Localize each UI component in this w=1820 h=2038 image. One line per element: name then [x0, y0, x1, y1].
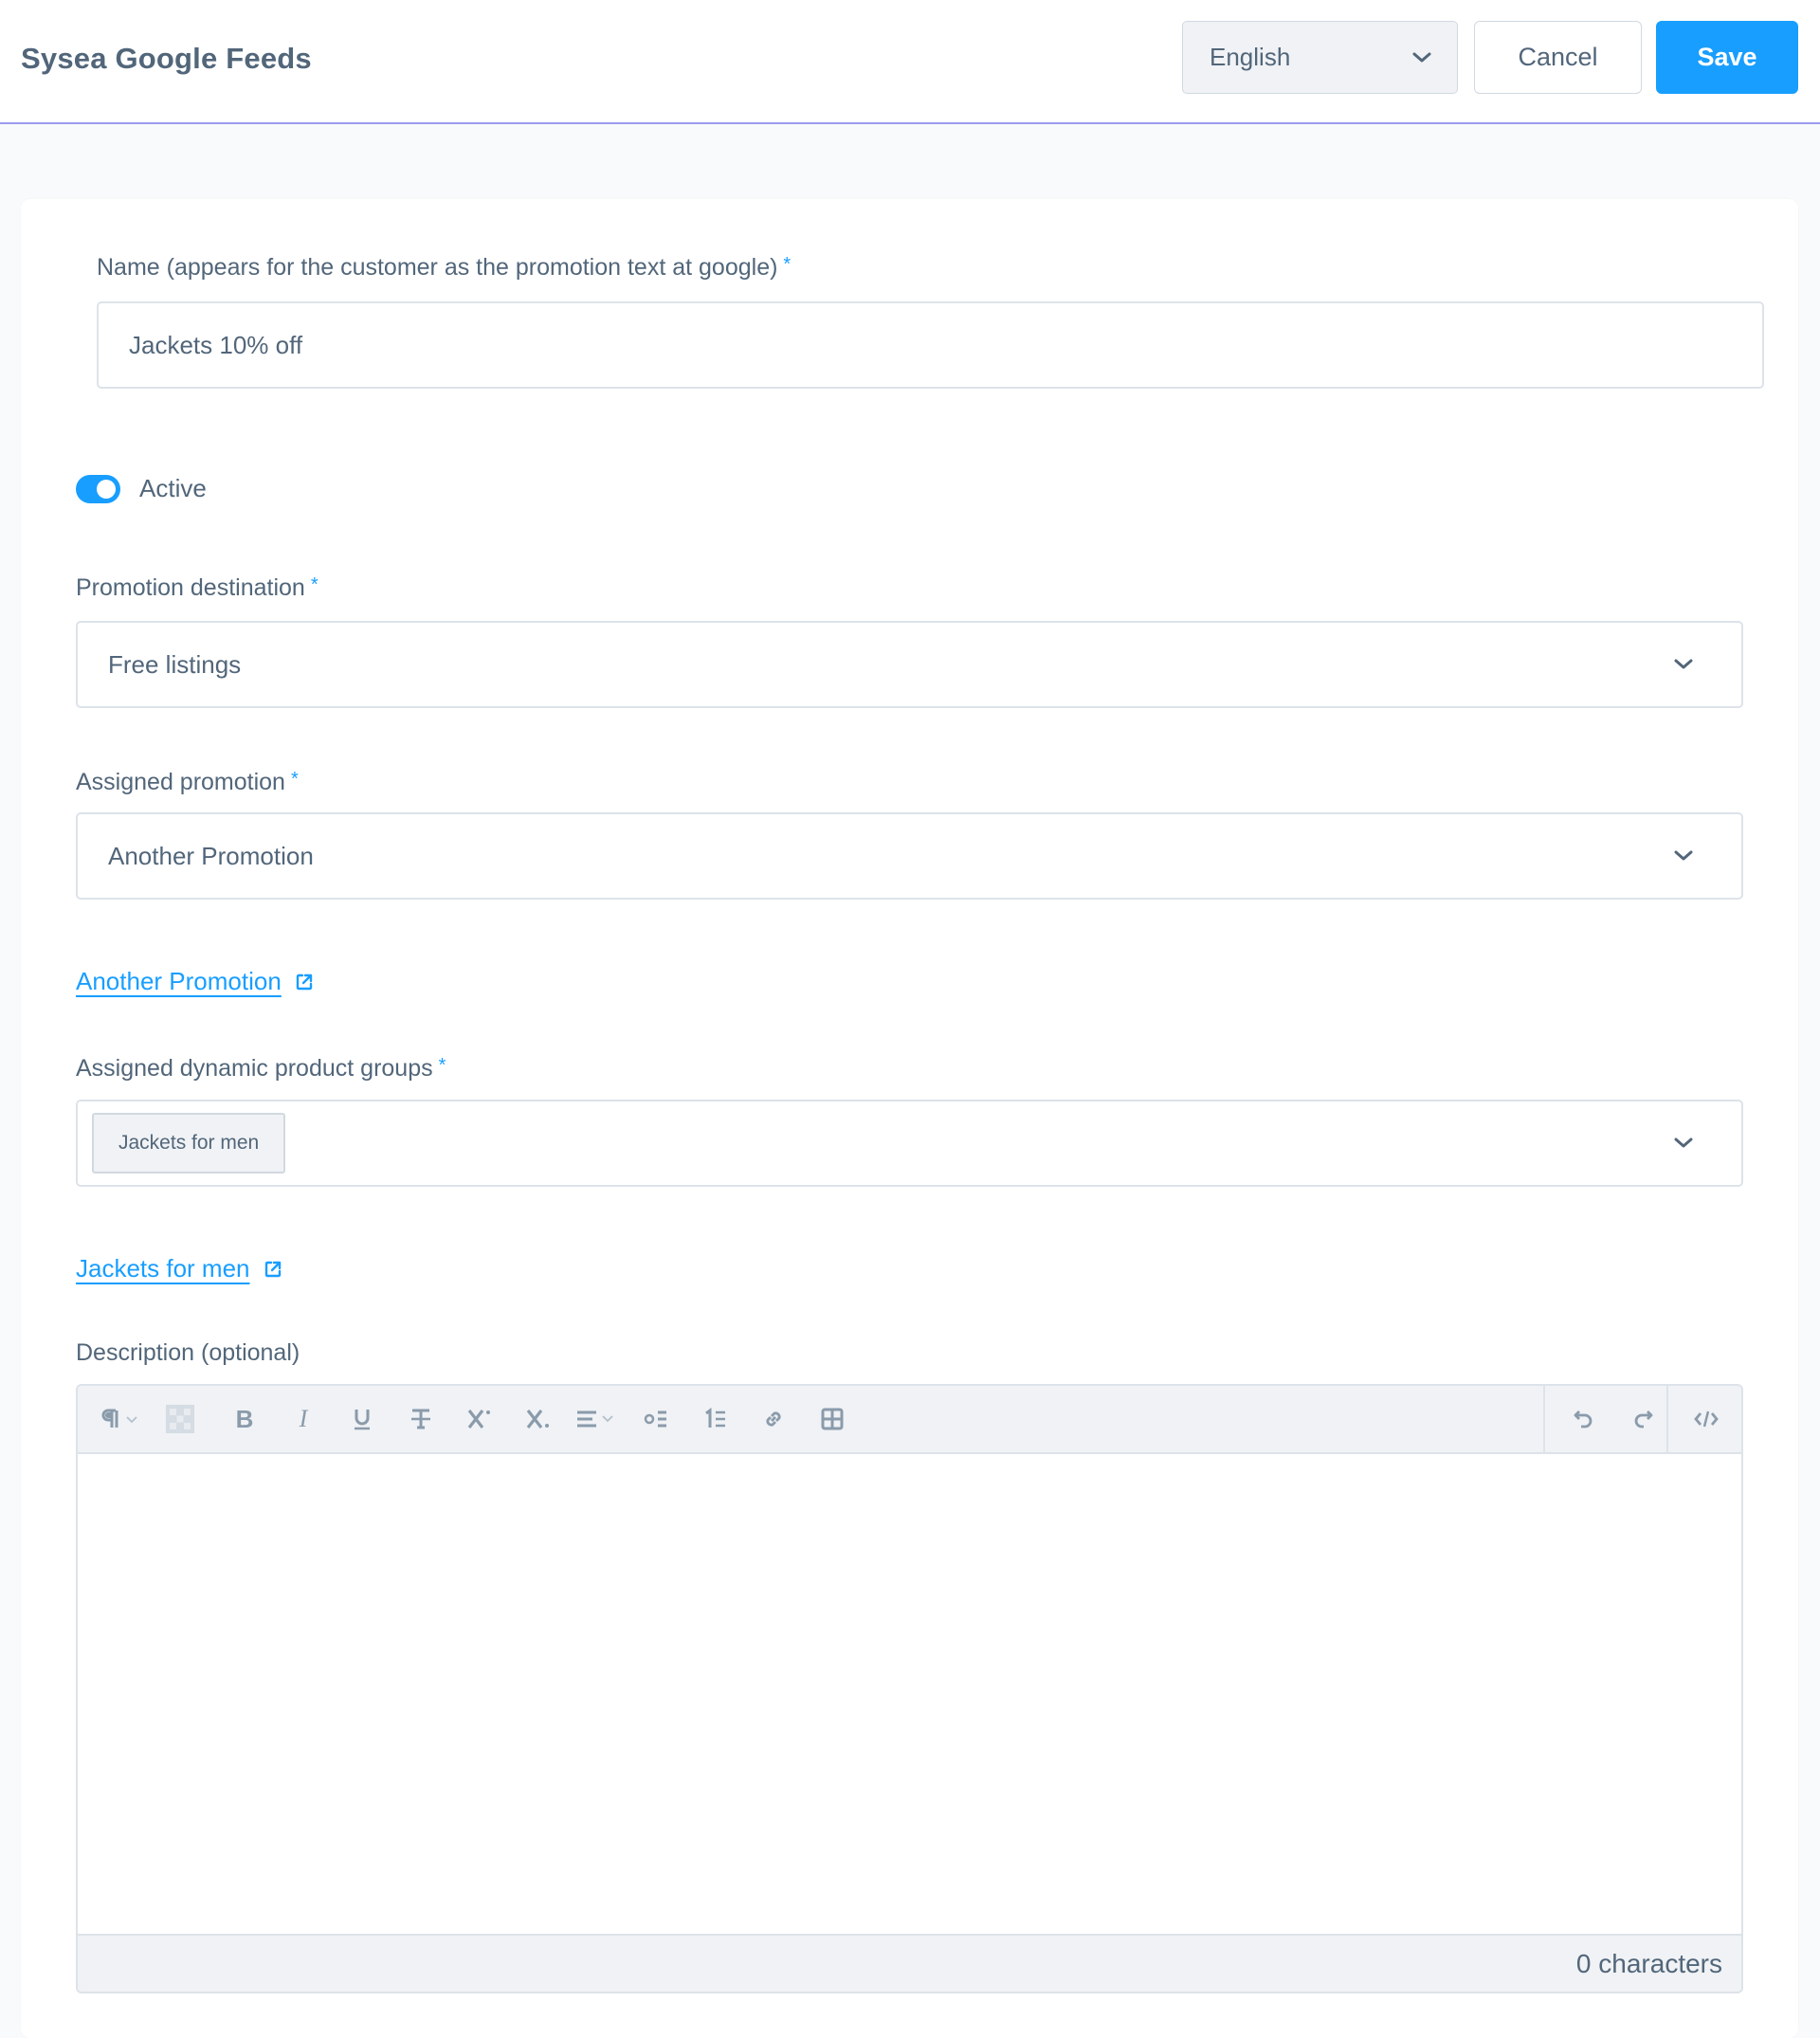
ordered-list-button[interactable] — [692, 1386, 737, 1452]
assigned-promotion-link-text[interactable]: Another Promotion — [76, 967, 282, 996]
align-icon — [575, 1408, 619, 1430]
text-align-button[interactable] — [571, 1386, 624, 1452]
table-icon — [821, 1408, 844, 1430]
text-color-button[interactable] — [161, 1386, 199, 1452]
underline-icon — [352, 1407, 373, 1431]
product-group-link[interactable]: Jackets for men — [76, 1254, 282, 1283]
numbered-list-icon — [702, 1408, 727, 1430]
superscript-button[interactable] — [457, 1386, 502, 1452]
table-button[interactable] — [810, 1386, 855, 1452]
page-title: Sysea Google Feeds — [21, 42, 312, 75]
required-marker: * — [783, 254, 792, 275]
active-label: Active — [139, 474, 207, 502]
italic-button[interactable]: I — [281, 1386, 326, 1452]
promotion-destination-label-text: Promotion destination — [76, 574, 305, 601]
top-bar: Sysea Google Feeds English Cancel Save — [0, 0, 1820, 124]
paragraph-format-button[interactable] — [95, 1386, 150, 1452]
dynamic-product-groups-select[interactable]: Jackets for men — [76, 1100, 1743, 1187]
subscript-icon — [525, 1407, 552, 1431]
description-editor: B I 0 characters — [76, 1384, 1743, 1993]
chevron-down-icon — [1673, 1137, 1694, 1150]
language-select-value: English — [1210, 43, 1291, 71]
character-count: 0 characters — [1575, 1948, 1722, 1978]
assigned-promotion-link[interactable]: Another Promotion — [76, 967, 314, 996]
bold-button[interactable]: B — [222, 1386, 267, 1452]
required-marker: * — [438, 1055, 446, 1076]
name-label: Name (appears for the customer as the pr… — [97, 254, 791, 282]
assigned-promotion-label: Assigned promotion * — [76, 769, 299, 796]
external-link-icon[interactable] — [264, 1260, 282, 1279]
save-button[interactable]: Save — [1656, 21, 1798, 94]
strikethrough-button[interactable] — [398, 1386, 444, 1452]
bullet-list-icon — [644, 1408, 668, 1430]
dynamic-product-groups-label: Assigned dynamic product groups * — [76, 1055, 446, 1083]
chevron-down-icon — [1673, 658, 1694, 671]
assigned-promotion-label-text: Assigned promotion — [76, 769, 285, 795]
bold-icon: B — [235, 1404, 254, 1433]
superscript-icon — [466, 1407, 493, 1431]
chevron-down-icon — [1673, 849, 1694, 863]
promotion-destination-select[interactable]: Free listings — [76, 621, 1743, 708]
required-marker: * — [310, 574, 318, 595]
toolbar-separator — [1666, 1386, 1668, 1452]
underline-button[interactable] — [339, 1386, 385, 1452]
promotion-destination-label: Promotion destination * — [76, 574, 318, 602]
active-toggle-row[interactable]: Active — [76, 474, 207, 503]
dynamic-product-groups-label-text: Assigned dynamic product groups — [76, 1055, 433, 1082]
strikethrough-icon — [410, 1407, 432, 1431]
language-select[interactable]: English — [1182, 21, 1458, 94]
description-textarea[interactable] — [78, 1454, 1741, 1938]
external-link-icon[interactable] — [295, 973, 314, 992]
unordered-list-button[interactable] — [633, 1386, 679, 1452]
italic-icon: I — [299, 1405, 308, 1432]
editor-footer: 0 characters — [78, 1934, 1741, 1992]
chevron-down-icon — [1411, 51, 1432, 64]
name-label-text: Name (appears for the customer as the pr… — [97, 254, 778, 281]
description-label: Description (optional) — [76, 1339, 300, 1366]
name-input-value: Jackets 10% off — [129, 330, 303, 359]
color-swatch-icon — [166, 1405, 194, 1433]
selected-chips: Jackets for men — [92, 1113, 1673, 1174]
subscript-button[interactable] — [516, 1386, 561, 1452]
undo-button[interactable] — [1560, 1386, 1608, 1452]
required-marker: * — [290, 769, 299, 790]
active-toggle[interactable] — [76, 474, 120, 503]
toolbar-separator — [1543, 1386, 1545, 1452]
toggle-knob — [97, 479, 116, 499]
redo-button[interactable] — [1619, 1386, 1666, 1452]
promotion-destination-value: Free listings — [108, 649, 242, 679]
product-group-link-text[interactable]: Jackets for men — [76, 1254, 250, 1283]
undo-icon — [1573, 1408, 1595, 1430]
name-input[interactable]: Jackets 10% off — [97, 301, 1764, 389]
link-icon — [762, 1408, 785, 1430]
code-icon — [1694, 1408, 1719, 1430]
redo-icon — [1631, 1408, 1654, 1430]
paragraph-icon — [100, 1407, 144, 1431]
editor-toolbar: B I — [78, 1386, 1741, 1454]
link-button[interactable] — [751, 1386, 796, 1452]
assigned-promotion-value: Another Promotion — [108, 841, 314, 870]
cancel-button[interactable]: Cancel — [1474, 21, 1642, 94]
code-view-button[interactable] — [1670, 1386, 1741, 1452]
assigned-promotion-select[interactable]: Another Promotion — [76, 812, 1743, 900]
product-group-chip[interactable]: Jackets for men — [92, 1113, 286, 1174]
